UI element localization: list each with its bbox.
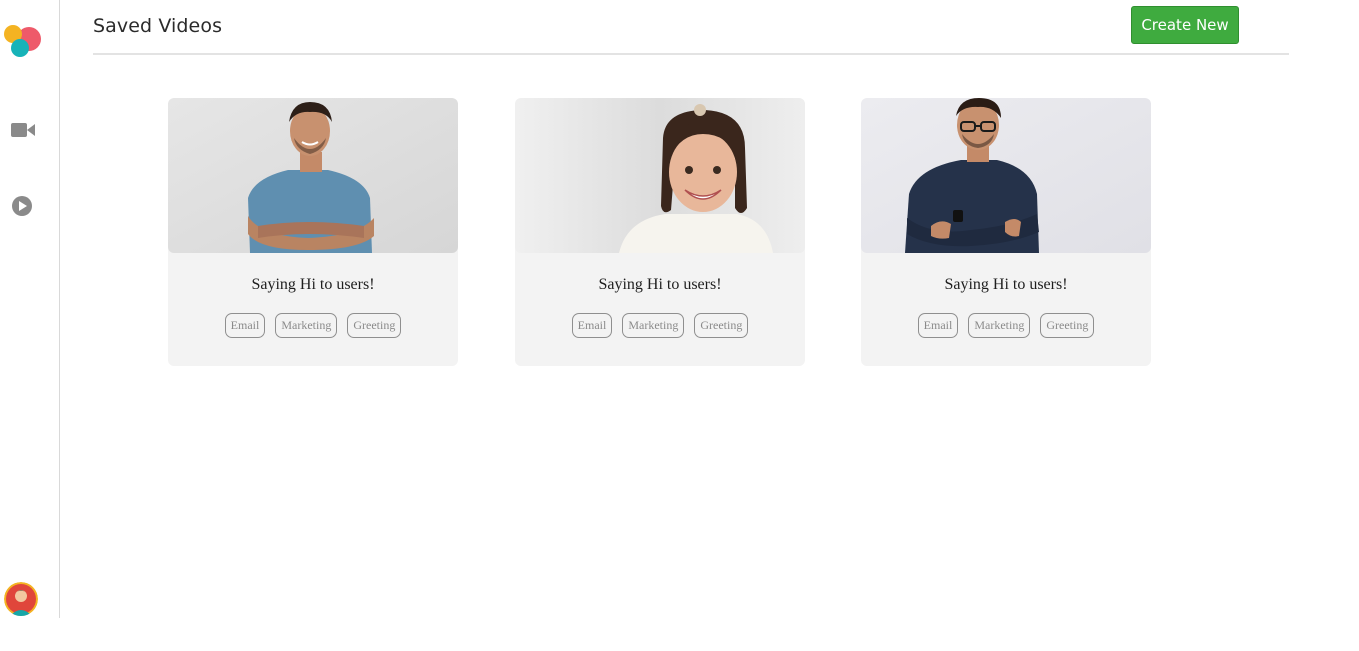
video-title: Saying Hi to users! — [598, 276, 722, 293]
tag-email[interactable]: Email — [917, 313, 959, 338]
create-new-button[interactable]: Create New — [1131, 6, 1239, 44]
tag-email[interactable]: Email — [571, 313, 613, 338]
video-thumbnail[interactable] — [861, 98, 1151, 253]
video-card[interactable]: Saying Hi to users! Email Marketing Gree… — [168, 98, 458, 366]
video-card[interactable]: Saying Hi to users! Email Marketing Gree… — [515, 98, 805, 366]
page-header: Saved Videos Create New — [93, 0, 1289, 55]
app-root: Saved Videos Create New Saying Hi to use… — [0, 0, 1359, 651]
user-avatar[interactable] — [4, 582, 38, 616]
tag-greeting[interactable]: Greeting — [347, 313, 402, 338]
video-thumbnail[interactable] — [168, 98, 458, 253]
tag-marketing[interactable]: Marketing — [968, 313, 1031, 338]
tag-list: Email Marketing Greeting — [515, 313, 805, 338]
tag-greeting[interactable]: Greeting — [1040, 313, 1095, 338]
tag-list: Email Marketing Greeting — [168, 313, 458, 338]
page-title: Saved Videos — [93, 15, 223, 37]
app-logo[interactable] — [3, 24, 43, 60]
video-camera-icon[interactable] — [10, 119, 36, 141]
video-title: Saying Hi to users! — [251, 276, 375, 293]
play-circle-icon[interactable] — [11, 195, 37, 217]
tag-marketing[interactable]: Marketing — [622, 313, 685, 338]
video-title: Saying Hi to users! — [944, 276, 1068, 293]
tag-greeting[interactable]: Greeting — [694, 313, 749, 338]
tag-marketing[interactable]: Marketing — [275, 313, 338, 338]
tag-list: Email Marketing Greeting — [861, 313, 1151, 338]
sidebar — [0, 0, 60, 618]
video-card[interactable]: Saying Hi to users! Email Marketing Gree… — [861, 98, 1151, 366]
tag-email[interactable]: Email — [224, 313, 266, 338]
video-thumbnail[interactable] — [515, 98, 805, 253]
